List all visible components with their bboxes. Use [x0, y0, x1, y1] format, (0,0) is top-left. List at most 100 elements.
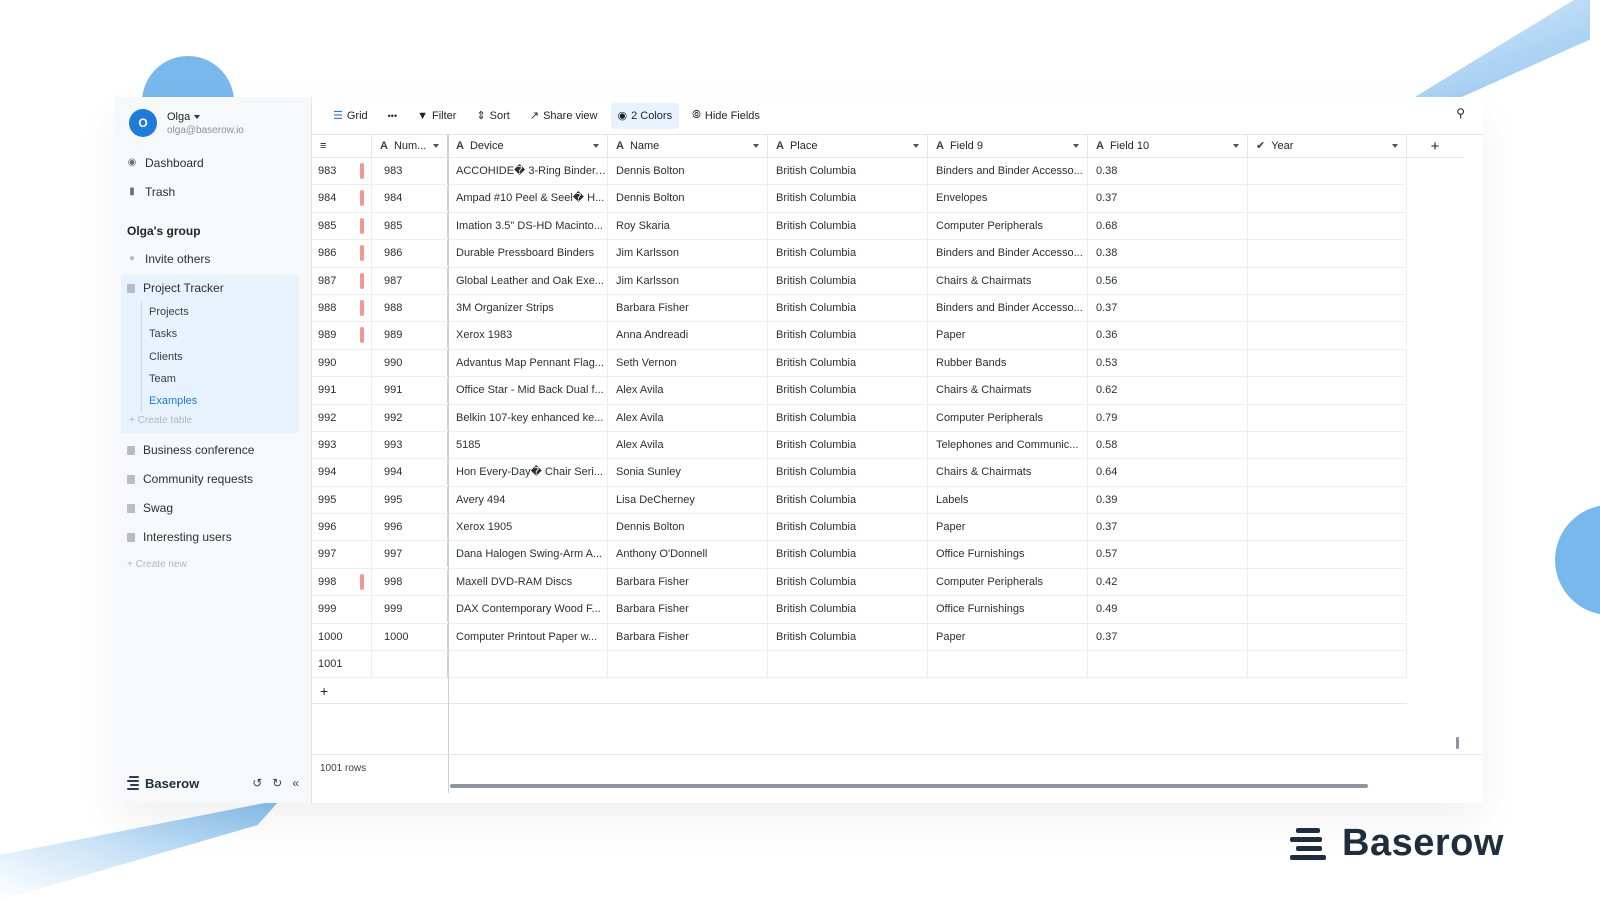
cell-name[interactable]: Sonia Sunley [608, 459, 768, 486]
table-row[interactable]: 986 986 Durable Pressboard Binders Jim Karl… [312, 240, 1407, 268]
row-id-cell[interactable]: 990 [312, 349, 372, 376]
cell-year[interactable] [1248, 212, 1407, 239]
cell-name[interactable]: Anthony O'Donnell [608, 541, 768, 568]
cell-name[interactable] [608, 651, 768, 678]
cell-year[interactable] [1248, 651, 1407, 678]
row-id-cell[interactable]: 984 [312, 185, 372, 212]
cell-place[interactable]: British Columbia [768, 322, 928, 349]
cell-name[interactable]: Alex Avila [608, 377, 768, 404]
table-row[interactable]: 1000 1000 Computer Printout Paper w... Barb… [312, 623, 1407, 652]
cell-place[interactable]: British Columbia [768, 185, 928, 212]
row-id-cell[interactable]: 1001 [312, 651, 372, 678]
chevron-down-icon[interactable] [753, 144, 759, 148]
table-row[interactable]: 997 997 Dana Halogen Swing-Arm A... Anthony… [312, 541, 1407, 569]
table-row[interactable]: 991 991 Office Star - Mid Back Dual f... Al… [312, 377, 1407, 405]
cell-place[interactable] [768, 651, 928, 678]
sidebar-item-interesting-users[interactable]: Interesting users [127, 527, 232, 547]
row-id-cell[interactable]: 996 [312, 514, 372, 541]
cell-num[interactable]: 985 [372, 212, 448, 239]
add-field-button[interactable]: + [1407, 135, 1463, 158]
cell-name[interactable]: Jim Karlsson [608, 267, 768, 294]
row-id-cell[interactable]: 985 [312, 212, 372, 239]
cell-field-10[interactable]: 0.38 [1088, 158, 1248, 184]
row-id-cell[interactable]: 992 [312, 404, 372, 431]
cell-field-9[interactable]: Paper [928, 514, 1088, 541]
cell-num[interactable]: 997 [372, 541, 448, 568]
cell-name[interactable]: Barbara Fisher [608, 623, 768, 650]
column-header-name[interactable]: A Name [608, 135, 768, 157]
create-new-link[interactable]: + Create new [127, 559, 187, 570]
cell-year[interactable] [1248, 431, 1407, 458]
chevron-down-icon[interactable] [593, 144, 599, 148]
sidebar-item-project-tracker[interactable]: Project Tracker [127, 278, 224, 298]
avatar[interactable]: O [129, 109, 157, 137]
column-header-place[interactable]: A Place [768, 135, 928, 157]
cell-field-9[interactable]: Computer Peripherals [928, 212, 1088, 239]
cell-field-10[interactable]: 0.37 [1088, 294, 1248, 321]
cell-year[interactable] [1248, 158, 1407, 184]
cell-name[interactable]: Barbara Fisher [608, 596, 768, 623]
cell-field-9[interactable]: Rubber Bands [928, 349, 1088, 376]
cell-year[interactable] [1248, 322, 1407, 349]
cell-field-10[interactable]: 0.57 [1088, 541, 1248, 568]
cell-field-9[interactable]: Office Furnishings [928, 541, 1088, 568]
column-header-field-10[interactable]: A Field 10 [1088, 135, 1248, 157]
table-row[interactable]: 983 983 ACCOHIDE� 3-Ring Binder,... Dennis … [312, 158, 1407, 186]
cell-num[interactable]: 991 [372, 377, 448, 404]
redo-icon[interactable]: ↻ [272, 776, 282, 790]
cell-field-10[interactable]: 0.58 [1088, 431, 1248, 458]
cell-name[interactable]: Alex Avila [608, 431, 768, 458]
sidebar-table-team[interactable]: Team [149, 371, 176, 387]
cell-field-9[interactable]: Labels [928, 486, 1088, 513]
undo-icon[interactable]: ↺ [252, 776, 262, 790]
row-identifier-header[interactable]: ≡ [312, 135, 372, 157]
cell-device[interactable]: Computer Printout Paper w... [448, 623, 608, 650]
cell-year[interactable] [1248, 596, 1407, 623]
cell-name[interactable]: Barbara Fisher [608, 294, 768, 321]
cell-year[interactable] [1248, 459, 1407, 486]
row-id-cell[interactable]: 1000 [312, 623, 372, 650]
cell-place[interactable]: British Columbia [768, 404, 928, 431]
cell-year[interactable] [1248, 486, 1407, 513]
chevron-down-icon[interactable] [1073, 144, 1079, 148]
cell-year[interactable] [1248, 623, 1407, 650]
vertical-scrollbar[interactable] [1456, 737, 1459, 749]
cell-device[interactable]: Belkin 107-key enhanced ke... [448, 404, 608, 431]
cell-device[interactable]: Global Leather and Oak Exe... [448, 267, 608, 294]
cell-field-10[interactable]: 0.49 [1088, 596, 1248, 623]
table-row[interactable]: 990 990 Advantus Map Pennant Flag... Seth V… [312, 349, 1407, 378]
cell-field-10[interactable]: 0.37 [1088, 514, 1248, 541]
cell-place[interactable]: British Columbia [768, 377, 928, 404]
cell-num[interactable]: 988 [372, 294, 448, 321]
row-id-cell[interactable]: 994 [312, 459, 372, 486]
cell-name[interactable]: Jim Karlsson [608, 240, 768, 267]
row-id-cell[interactable]: 997 [312, 541, 372, 568]
cell-field-9[interactable]: Paper [928, 623, 1088, 650]
add-row-button[interactable]: + [312, 678, 1407, 705]
cell-num[interactable]: 987 [372, 267, 448, 294]
cell-num[interactable]: 986 [372, 240, 448, 267]
cell-field-9[interactable]: Computer Peripherals [928, 404, 1088, 431]
hide-fields-button[interactable]: ⦾ Hide Fields [685, 103, 767, 129]
cell-place[interactable]: British Columbia [768, 349, 928, 376]
cell-place[interactable]: British Columbia [768, 240, 928, 267]
cell-field-9[interactable]: Paper [928, 322, 1088, 349]
cell-field-10[interactable]: 0.56 [1088, 267, 1248, 294]
cell-field-10[interactable]: 0.38 [1088, 240, 1248, 267]
cell-field-10[interactable]: 0.68 [1088, 212, 1248, 239]
cell-place[interactable]: British Columbia [768, 541, 928, 568]
cell-name[interactable]: Alex Avila [608, 404, 768, 431]
cell-name[interactable]: Anna Andreadi [608, 322, 768, 349]
cell-place[interactable]: British Columbia [768, 596, 928, 623]
sidebar-item-business-conference[interactable]: Business conference [127, 440, 254, 460]
table-row[interactable]: 993 993 5185 Alex Avila British Columbia Tele… [312, 431, 1407, 460]
cell-field-9[interactable]: Chairs & Chairmats [928, 267, 1088, 294]
cell-num[interactable]: 993 [372, 431, 448, 458]
cell-field-9[interactable] [928, 651, 1088, 678]
column-header-device[interactable]: A Device [448, 135, 608, 157]
cell-num[interactable]: 984 [372, 185, 448, 212]
cell-place[interactable]: British Columbia [768, 158, 928, 184]
view-more-button[interactable]: ••• [381, 103, 404, 129]
table-row[interactable]: 999 999 DAX Contemporary Wood F... Barbara … [312, 596, 1407, 624]
chevron-down-icon[interactable] [1233, 144, 1239, 148]
